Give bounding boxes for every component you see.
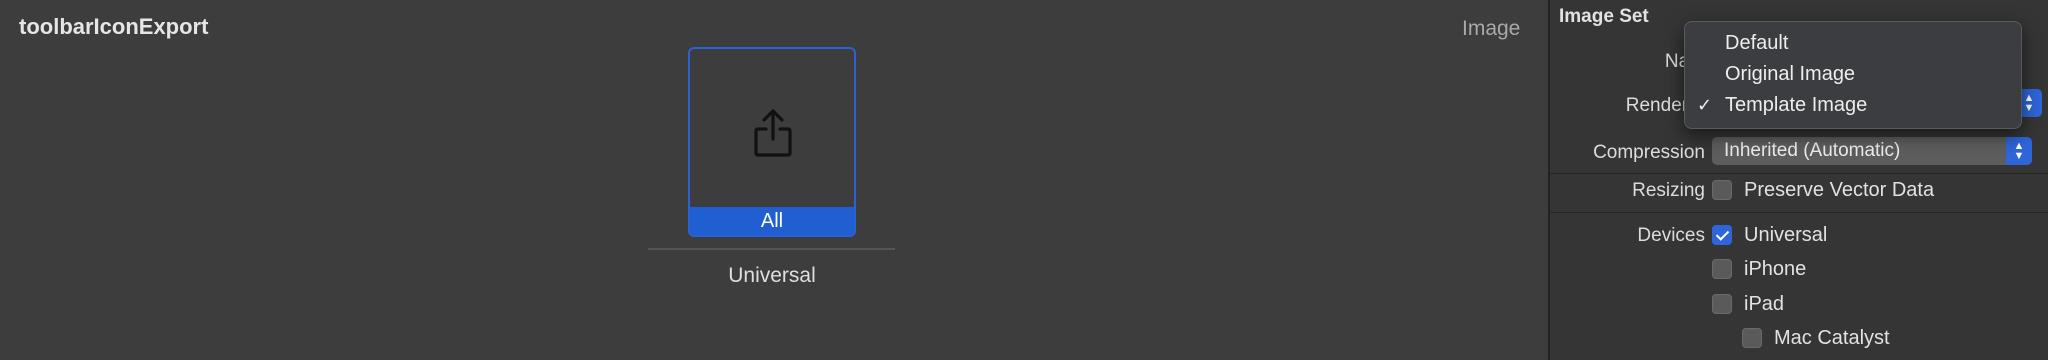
divider (1550, 212, 2048, 213)
device-mac-catalyst-label: Mac Catalyst (1774, 327, 1890, 349)
compression-label: Compression (1593, 142, 1705, 163)
compression-value: Inherited (Automatic) (1724, 140, 1901, 161)
device-iphone-checkbox[interactable] (1712, 259, 1732, 279)
device-ipad-label: iPad (1744, 293, 1785, 315)
render-as-menu: Default Original Image ✓ Template Image (1684, 21, 2022, 129)
render-as-label: Render A (1625, 95, 1705, 116)
asset-editor: toolbarIconExport Image All Universal (0, 0, 1548, 360)
image-well-all[interactable]: All (688, 47, 856, 237)
compression-popup[interactable]: Inherited (Automatic) ▲ ▼ (1712, 137, 2032, 165)
asset-kind-label: Image (1462, 17, 1521, 40)
image-well-caption: Universal (728, 264, 816, 287)
name-label: Nam (1550, 51, 1705, 73)
checkmark-icon: ✓ (1697, 95, 1713, 115)
section-title: Image Set (1559, 6, 1649, 27)
preserve-vector-label: Preserve Vector Data (1744, 179, 1935, 201)
device-iphone-label: iPhone (1744, 258, 1807, 280)
menu-item-default[interactable]: Default (1725, 32, 1788, 55)
devices-label: Devices (1637, 225, 1705, 246)
resizing-label: Resizing (1632, 180, 1705, 201)
well-divider (648, 248, 895, 250)
preserve-vector-checkbox[interactable] (1712, 180, 1732, 200)
device-ipad-checkbox[interactable] (1712, 294, 1732, 314)
popup-arrows-icon: ▲ ▼ (2006, 137, 2032, 165)
menu-item-template-image[interactable]: Template Image (1725, 94, 1867, 117)
share-icon (754, 109, 792, 157)
menu-item-original-image[interactable]: Original Image (1725, 63, 1855, 86)
device-universal-checkbox[interactable] (1712, 225, 1732, 245)
asset-name-title: toolbarIconExport (19, 14, 209, 39)
device-mac-catalyst-checkbox[interactable] (1742, 328, 1762, 348)
divider (1550, 173, 2048, 174)
image-well-label: All (690, 207, 854, 235)
device-universal-label: Universal (1744, 224, 1828, 246)
